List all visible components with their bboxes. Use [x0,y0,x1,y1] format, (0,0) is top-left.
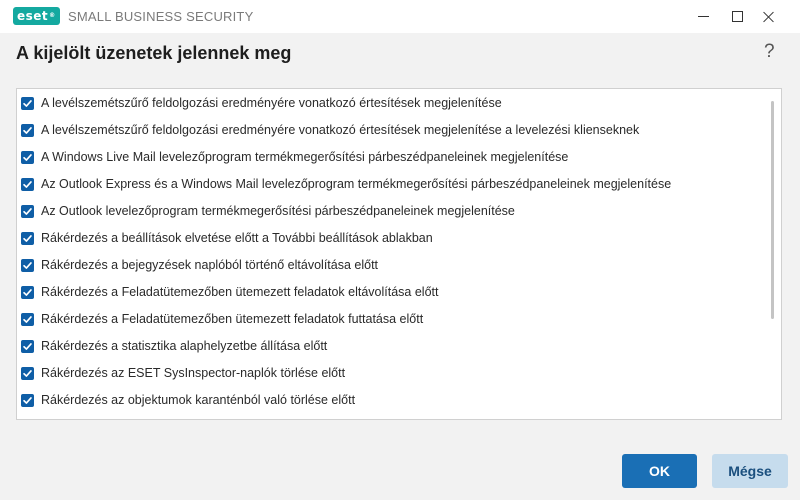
message-option-label: Rákérdezés az objektumok karanténból val… [41,393,356,407]
checkbox[interactable] [21,312,34,326]
maximize-icon [731,11,743,22]
checkbox[interactable] [21,285,34,299]
message-option-label: Rákérdezés a Feladatütemezőben ütemezett… [41,285,439,299]
message-option-row[interactable]: A Windows Live Mail levelezőprogram term… [21,147,568,167]
logo-text: eset [17,9,49,23]
message-option-label: A levélszemétszűrő feldolgozási eredmény… [41,123,640,137]
checkbox[interactable] [21,96,34,110]
checkbox[interactable] [21,366,34,380]
message-option-row[interactable]: Rákérdezés a Feladatütemezőben ütemezett… [21,309,423,329]
message-option-label: Rákérdezés az ESET SysInspector-naplók t… [41,366,346,380]
message-option-label: A Windows Live Mail levelezőprogram term… [41,150,569,164]
page-title: A kijelölt üzenetek jelennek meg [16,43,292,63]
close-icon [763,11,775,23]
message-option-row[interactable]: Rákérdezés az ESET SysInspector-naplók t… [21,363,345,383]
checkbox[interactable] [21,177,34,191]
help-icon[interactable]: ? [764,41,775,63]
checkbox[interactable] [21,204,34,218]
title-bar: eset ® SMALL BUSINESS SECURITY [0,0,800,33]
checkbox[interactable] [21,231,34,245]
eset-logo-badge: eset ® [13,7,60,25]
message-option-row[interactable]: Rákérdezés a Feladatütemezőben ütemezett… [21,282,438,302]
dialog-window: eset ® SMALL BUSINESS SECURITY A kijelölt… [0,0,800,500]
message-option-label: Rákérdezés a beállítások elvetése előtt … [41,231,433,245]
message-list[interactable]: A levélszemétszűrő feldolgozási eredmény… [16,88,782,420]
minimize-icon [697,16,709,17]
message-option-label: Rákérdezés a Feladatütemezőben ütemezett… [41,312,424,326]
message-option-label: Rákérdezés a statisztika alaphelyzetbe á… [41,339,328,353]
minimize-button[interactable] [686,0,720,33]
checkbox[interactable] [21,258,34,272]
message-option-row[interactable]: Rákérdezés a beállítások elvetése előtt … [21,228,433,248]
close-button[interactable] [752,0,786,33]
message-option-row[interactable] [21,417,41,419]
product-name: SMALL BUSINESS SECURITY [68,9,254,24]
checkbox[interactable] [21,123,34,137]
scrollbar-thumb[interactable] [771,101,774,319]
message-option-label: Az Outlook levelezőprogram termékmegerős… [41,204,515,218]
message-option-row[interactable]: Az Outlook levelezőprogram termékmegerős… [21,201,515,221]
message-option-row[interactable]: Rákérdezés a bejegyzések naplóból történ… [21,255,378,275]
cancel-button[interactable]: Mégse [712,454,788,488]
checkbox[interactable] [21,393,34,407]
message-option-row[interactable]: A levélszemétszűrő feldolgozási eredmény… [21,120,639,140]
maximize-button[interactable] [720,0,754,33]
message-option-label: Az Outlook Express és a Windows Mail lev… [41,177,672,191]
message-option-row[interactable]: Rákérdezés az objektumok karanténból val… [21,390,355,410]
checkbox[interactable] [21,150,34,164]
message-option-label: Rákérdezés a bejegyzések naplóból történ… [41,258,379,272]
message-option-row[interactable]: A levélszemétszűrő feldolgozási eredmény… [21,93,502,113]
checkbox[interactable] [21,339,34,353]
eset-logo: eset ® [13,7,60,25]
ok-button[interactable]: OK [622,454,697,488]
message-option-label: A levélszemétszűrő feldolgozási eredmény… [41,96,502,110]
message-option-row[interactable]: Rákérdezés a statisztika alaphelyzetbe á… [21,336,327,356]
message-option-row[interactable]: Az Outlook Express és a Windows Mail lev… [21,174,671,194]
